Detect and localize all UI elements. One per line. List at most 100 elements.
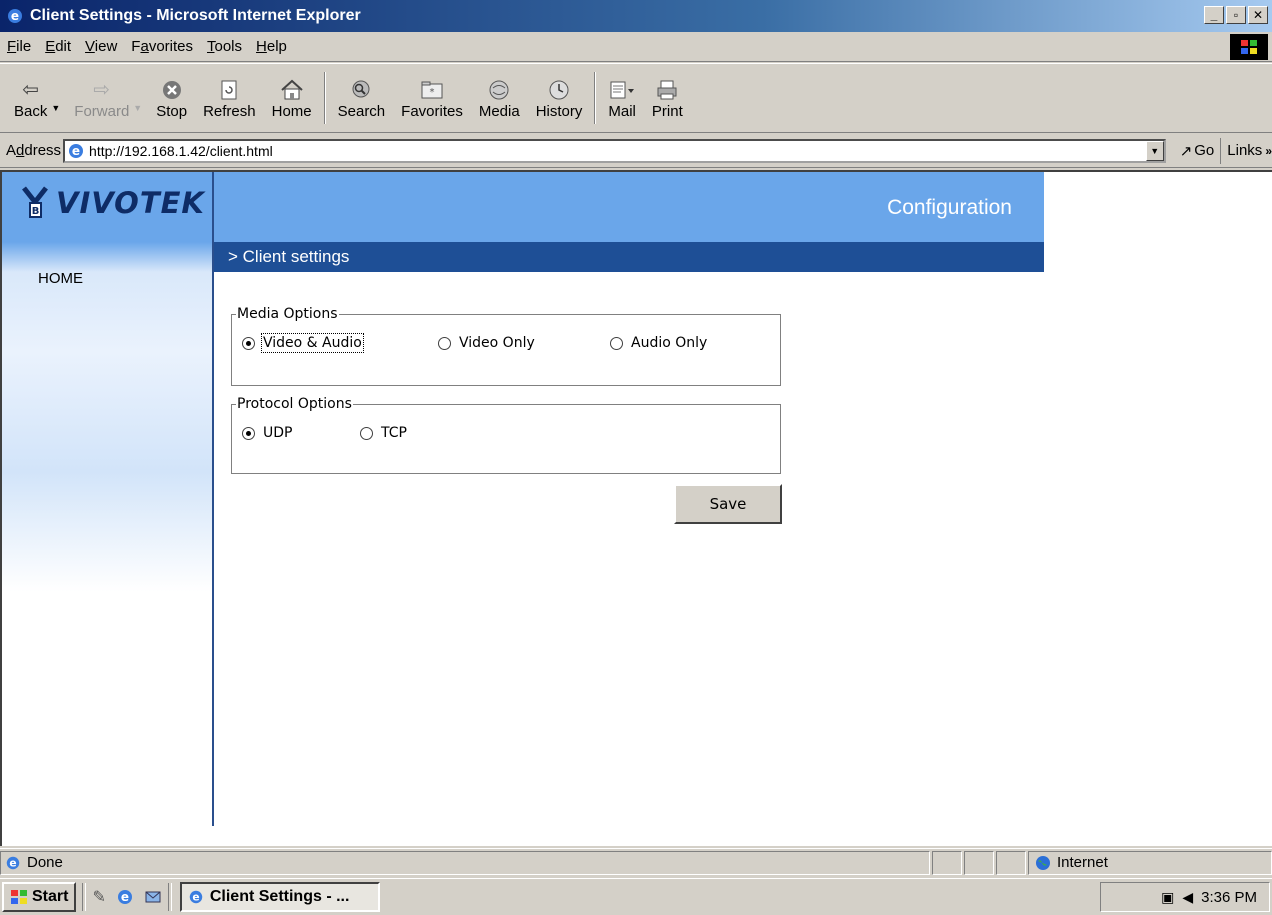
page-viewport: B VIVOTEK HOME Configuration > Client se… bbox=[0, 170, 1272, 846]
favorites-folder-icon: * bbox=[419, 77, 445, 103]
menu-bar: File Edit View Favorites Tools Help bbox=[0, 32, 1272, 62]
close-button[interactable]: ✕ bbox=[1248, 6, 1268, 24]
start-button[interactable]: Start bbox=[2, 882, 77, 912]
svg-text:*: * bbox=[430, 87, 435, 98]
address-url: http://192.168.1.42/client.html bbox=[89, 142, 273, 159]
address-label: Address bbox=[6, 142, 62, 159]
svg-text:B: B bbox=[32, 206, 40, 217]
menu-tools[interactable]: Tools bbox=[200, 38, 249, 55]
maximize-button[interactable]: ▫ bbox=[1226, 6, 1246, 24]
toolbar-separator bbox=[594, 72, 597, 124]
svg-text:e: e bbox=[9, 856, 16, 869]
menu-favorites[interactable]: Favorites bbox=[124, 38, 200, 55]
go-button[interactable]: ↗ Go bbox=[1168, 142, 1221, 160]
media-options-legend: Media Options bbox=[237, 306, 338, 322]
protocol-options-row: UDP TCP bbox=[232, 412, 780, 454]
sidebar: B VIVOTEK HOME bbox=[2, 172, 214, 826]
refresh-icon bbox=[216, 77, 242, 103]
back-arrow-icon: ⇦ bbox=[22, 79, 40, 101]
radio-unselected-icon bbox=[360, 426, 373, 440]
forward-button[interactable]: ⇨ Forward bbox=[66, 66, 137, 130]
window-controls: _ ▫ ✕ bbox=[1204, 6, 1268, 24]
show-desktop-icon[interactable]: ✎ bbox=[92, 887, 105, 907]
radio-unselected-icon bbox=[438, 336, 451, 350]
protocol-options-legend: Protocol Options bbox=[237, 396, 352, 412]
address-input[interactable]: e http://192.168.1.42/client.html ▼ bbox=[63, 138, 1166, 163]
links-button[interactable]: Links» bbox=[1220, 137, 1272, 164]
stop-button[interactable]: Stop bbox=[148, 66, 195, 130]
mail-button[interactable]: Mail bbox=[600, 66, 644, 130]
status-main: e Done bbox=[0, 850, 930, 875]
radio-video-only[interactable]: Video Only bbox=[438, 335, 610, 351]
page-header: Configuration bbox=[214, 172, 1044, 242]
back-button[interactable]: ⇦ Back bbox=[6, 66, 55, 130]
logo-wordmark: VIVOTEK bbox=[56, 186, 205, 220]
sidebar-item-home[interactable]: HOME bbox=[38, 270, 83, 287]
history-button[interactable]: History bbox=[528, 66, 591, 130]
radio-audio-only[interactable]: Audio Only bbox=[610, 335, 707, 351]
clock: 3:36 PM bbox=[1201, 888, 1257, 906]
vivotek-logo-icon: B bbox=[22, 186, 48, 218]
quick-launch: ✎ e bbox=[92, 887, 161, 907]
save-button[interactable]: Save bbox=[674, 484, 782, 524]
home-icon bbox=[279, 77, 305, 103]
address-dropdown-icon[interactable]: ▼ bbox=[1145, 140, 1164, 161]
svg-text:e: e bbox=[121, 890, 129, 904]
volume-icon[interactable]: ◀ bbox=[1182, 889, 1193, 906]
media-button[interactable]: Media bbox=[471, 66, 528, 130]
favorites-button[interactable]: * Favorites bbox=[393, 66, 471, 130]
windows-flag-icon bbox=[1230, 34, 1268, 60]
media-globe-icon bbox=[486, 77, 512, 103]
radio-udp[interactable]: UDP bbox=[242, 425, 360, 441]
history-clock-icon bbox=[546, 77, 572, 103]
address-bar: Address e http://192.168.1.42/client.htm… bbox=[0, 134, 1272, 168]
media-options-group: Media Options Video & Audio Video Only A… bbox=[231, 306, 781, 386]
page-ie-icon: e bbox=[69, 143, 84, 158]
status-cell bbox=[996, 850, 1026, 875]
ie-logo-icon: e bbox=[8, 9, 22, 23]
chevron-right-icon: » bbox=[1265, 143, 1272, 158]
radio-tcp[interactable]: TCP bbox=[360, 425, 407, 441]
menu-file[interactable]: File bbox=[0, 38, 38, 55]
status-bar: e Done Internet bbox=[0, 848, 1272, 876]
refresh-button[interactable]: Refresh bbox=[195, 66, 264, 130]
window-titlebar: e Client Settings - Microsoft Internet E… bbox=[0, 0, 1272, 32]
quicklaunch-separator bbox=[82, 883, 87, 911]
svg-text:e: e bbox=[192, 891, 199, 904]
search-icon bbox=[348, 77, 374, 103]
go-arrow-icon: ↗ bbox=[1179, 142, 1193, 160]
page-done-icon: e bbox=[6, 856, 20, 869]
window-title: Client Settings - Microsoft Internet Exp… bbox=[30, 7, 361, 24]
radio-selected-icon bbox=[242, 426, 255, 440]
back-dropdown-icon[interactable]: ▼ bbox=[51, 103, 60, 113]
ie-launch-icon[interactable]: e bbox=[116, 888, 134, 906]
forward-dropdown-icon[interactable]: ▼ bbox=[133, 103, 142, 113]
menu-view[interactable]: View bbox=[78, 38, 124, 55]
svg-text:e: e bbox=[72, 144, 80, 158]
security-zone: Internet bbox=[1028, 850, 1272, 875]
radio-unselected-icon bbox=[610, 336, 623, 350]
search-button[interactable]: Search bbox=[330, 66, 394, 130]
configuration-title: Configuration bbox=[887, 196, 1012, 219]
vivotek-logo: B VIVOTEK bbox=[22, 186, 205, 220]
mail-icon bbox=[609, 77, 635, 103]
quicklaunch-separator bbox=[167, 883, 172, 911]
protocol-options-group: Protocol Options UDP TCP bbox=[231, 396, 781, 474]
internet-globe-icon bbox=[1036, 855, 1050, 870]
radio-selected-icon bbox=[242, 336, 255, 350]
network-icon[interactable]: ▣ bbox=[1161, 889, 1174, 906]
menu-help[interactable]: Help bbox=[249, 38, 294, 55]
radio-video-audio[interactable]: Video & Audio bbox=[242, 333, 438, 353]
printer-icon bbox=[654, 77, 680, 103]
minimize-button[interactable]: _ bbox=[1204, 6, 1224, 24]
ie-task-icon: e bbox=[189, 891, 203, 904]
section-title: > Client settings bbox=[214, 242, 1044, 272]
taskbar-item-client-settings[interactable]: e Client Settings - ... bbox=[179, 882, 380, 912]
outlook-launch-icon[interactable] bbox=[144, 888, 162, 906]
stop-icon bbox=[159, 77, 185, 103]
toolbar-separator bbox=[323, 72, 326, 124]
print-button[interactable]: Print bbox=[644, 66, 691, 130]
system-tray: ▣ ◀ 3:36 PM bbox=[1100, 882, 1270, 912]
home-button[interactable]: Home bbox=[264, 66, 320, 130]
menu-edit[interactable]: Edit bbox=[38, 38, 78, 55]
